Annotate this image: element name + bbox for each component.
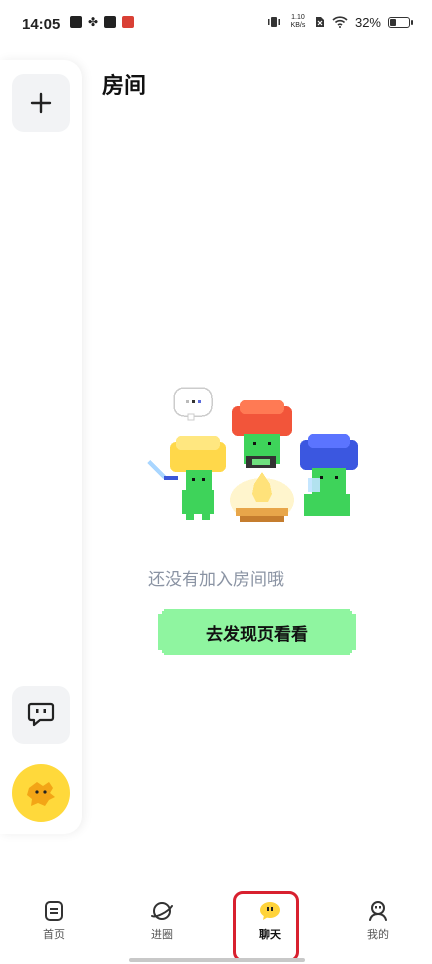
tab-home-label: 首页 xyxy=(43,929,65,941)
profile-icon xyxy=(369,901,387,921)
battery-percent: 32% xyxy=(354,14,381,30)
net-speed-value: 1.10 xyxy=(291,14,305,21)
tab-circle-label: 进圈 xyxy=(151,929,173,941)
home-doc-icon xyxy=(45,901,63,921)
net-speed-unit: KB/s xyxy=(290,22,306,29)
wifi-icon xyxy=(332,16,348,28)
battery-icon xyxy=(388,16,413,28)
page-title: 房间 xyxy=(102,73,147,98)
tab-me-label: 我的 xyxy=(367,929,389,941)
chat-tab-highlight xyxy=(233,891,299,962)
speech-bubble-icon xyxy=(173,387,213,421)
empty-rooms-illustration xyxy=(147,387,358,522)
bottom-nav: 首页 进圈 聊天 我的 xyxy=(0,888,432,964)
status-right: 1.10 KB/s 32% xyxy=(267,14,413,30)
status-time: 14:05 xyxy=(22,16,61,33)
tab-home[interactable]: 首页 xyxy=(14,900,94,942)
tab-me[interactable]: 我的 xyxy=(338,900,418,942)
room-sidebar xyxy=(0,60,82,834)
blue-hat-character xyxy=(300,434,358,516)
user-avatar[interactable] xyxy=(12,764,70,822)
planet-icon xyxy=(151,902,173,920)
yellow-hat-character xyxy=(147,436,226,520)
vibrate-icon xyxy=(267,17,280,27)
mascot-icon xyxy=(27,782,55,806)
home-indicator[interactable] xyxy=(129,958,305,962)
battery-level xyxy=(390,18,397,26)
add-room-button[interactable] xyxy=(12,74,70,132)
tiktok-icon xyxy=(70,16,82,28)
network-speed: 1.10 KB/s xyxy=(288,14,308,30)
go-to-discover-button[interactable]: 去发现页看看 xyxy=(158,609,356,655)
chat-button[interactable] xyxy=(12,686,70,744)
red-app-icon xyxy=(122,16,135,28)
square-app-icon xyxy=(104,16,117,28)
red-hat-character xyxy=(232,400,292,468)
plus-icon xyxy=(30,92,52,114)
clover-icon: ✤ xyxy=(88,15,99,29)
status-bar: 14:05 ✤ 1.10 KB/s 32% xyxy=(0,0,432,52)
notification-icons: ✤ xyxy=(70,15,135,29)
chat-face-icon xyxy=(27,702,55,727)
empty-state-message: 还没有加入房间哦 xyxy=(148,570,284,589)
no-sim-icon xyxy=(315,17,324,27)
tab-circle[interactable]: 进圈 xyxy=(122,900,202,942)
